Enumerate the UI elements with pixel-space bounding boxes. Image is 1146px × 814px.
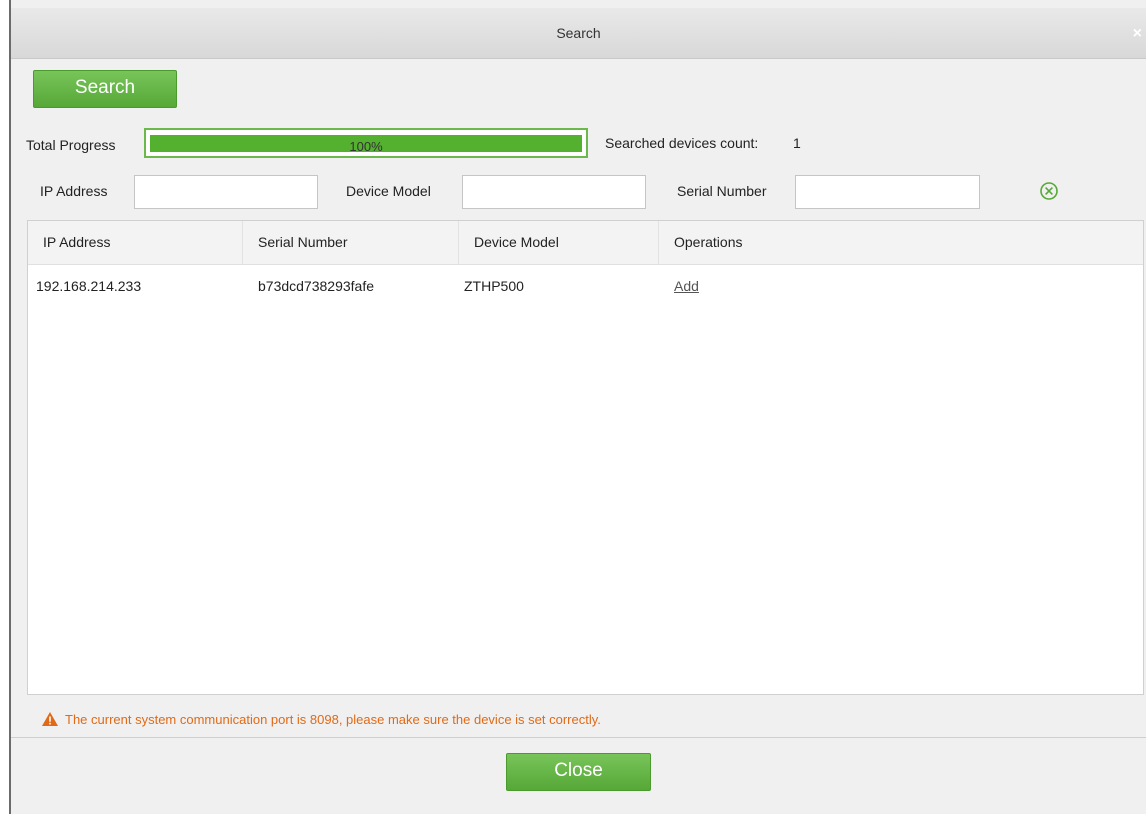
port-warning: The current system communication port is…: [41, 711, 601, 727]
serial-number-input[interactable]: [795, 175, 980, 209]
ip-address-input[interactable]: [134, 175, 318, 209]
search-button[interactable]: Search: [33, 70, 177, 108]
progress-percent: 100%: [349, 139, 383, 154]
add-device-link[interactable]: Add: [659, 264, 779, 309]
column-header-ip[interactable]: IP Address: [28, 221, 243, 264]
cell-model: ZTHP500: [464, 278, 524, 294]
footer-divider: [11, 737, 1146, 738]
search-dialog: Search × Search Total Progress 100% Sear…: [11, 0, 1146, 814]
devices-table: IP Address Serial Number Device Model Op…: [27, 220, 1144, 695]
total-progress-bar: 100%: [144, 128, 588, 158]
dialog-titlebar: Search ×: [11, 8, 1146, 59]
cell-serial: b73dcd738293fafe: [258, 278, 374, 294]
searched-count-value: 1: [793, 135, 801, 151]
serial-number-label: Serial Number: [677, 183, 767, 199]
total-progress-label: Total Progress: [26, 137, 116, 153]
column-header-model[interactable]: Device Model: [459, 221, 659, 264]
ip-address-label: IP Address: [40, 183, 108, 199]
searched-count-label: Searched devices count:: [605, 135, 759, 151]
column-header-operations: Operations: [674, 234, 743, 250]
dialog-title: Search: [556, 25, 601, 41]
close-icon[interactable]: ×: [1133, 25, 1142, 43]
device-model-label: Device Model: [346, 183, 431, 199]
warning-text: The current system communication port is…: [65, 712, 601, 727]
close-button[interactable]: Close: [506, 753, 651, 791]
warning-triangle-icon: [42, 712, 58, 726]
clear-filters-icon[interactable]: [1038, 180, 1060, 202]
cell-ip: 192.168.214.233: [36, 278, 142, 294]
column-header-serial[interactable]: Serial Number: [243, 221, 459, 264]
table-header: IP Address Serial Number Device Model Op…: [28, 221, 1143, 265]
device-model-input[interactable]: [462, 175, 646, 209]
